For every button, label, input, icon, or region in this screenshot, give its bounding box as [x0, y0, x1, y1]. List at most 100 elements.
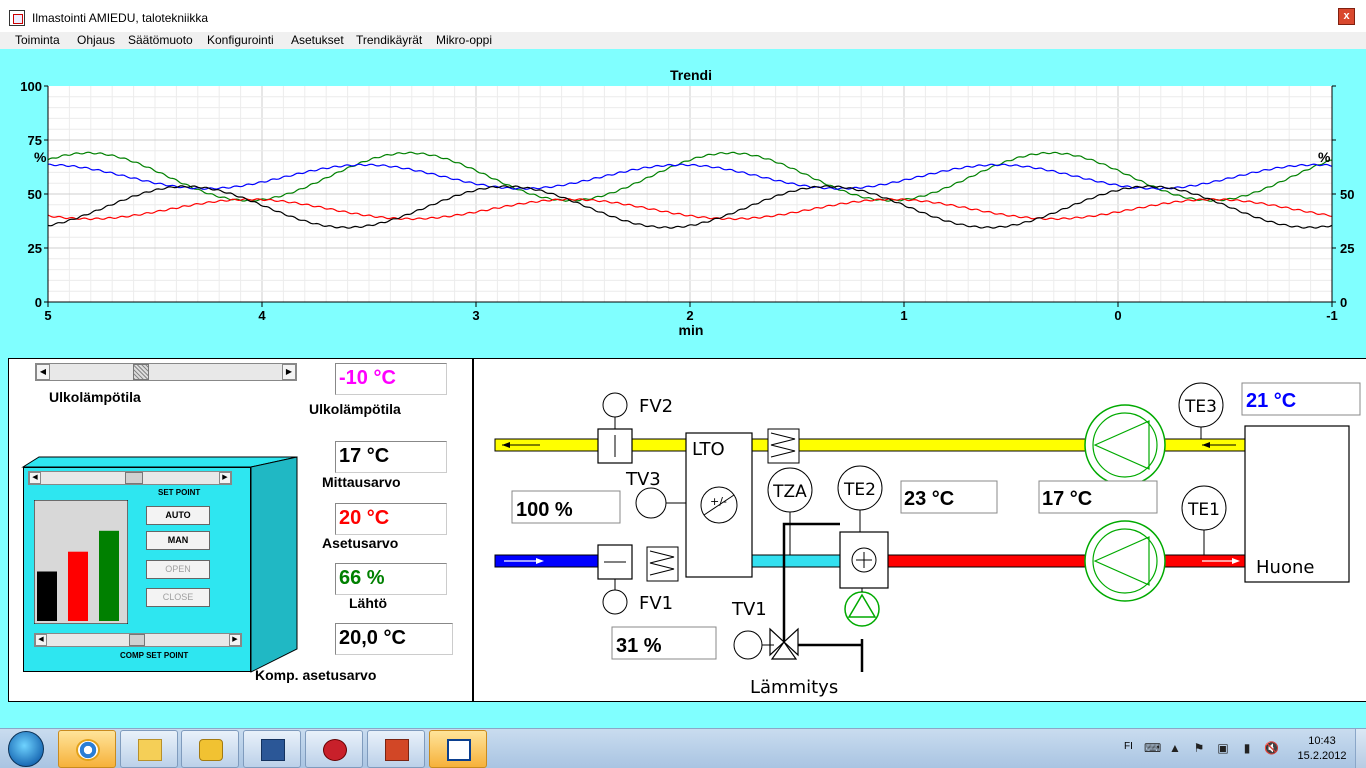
heating-pump[interactable] — [844, 591, 880, 627]
controller-front: ◀ ▶ SET POINT AUTO MAN OPEN CLOSE ◀ ▶ CO… — [23, 467, 251, 672]
slider-left-arrow[interactable]: ◀ — [36, 364, 50, 380]
app-icon[interactable] — [9, 10, 25, 26]
setpoint-bar — [68, 551, 88, 621]
output-label: Lähtö — [349, 595, 388, 611]
setpoint-label: Asetusarvo — [322, 535, 399, 551]
outdoor-temp-display: -10 °C — [335, 363, 447, 395]
x-tick-label: 2 — [686, 308, 693, 323]
taskbar-word-button[interactable] — [243, 730, 301, 768]
exhaust-fan[interactable] — [1084, 404, 1166, 486]
close-valve-button[interactable]: CLOSE — [146, 588, 210, 607]
comp-slider-left[interactable]: ◀ — [35, 634, 47, 646]
slider-right-arrow[interactable]: ▶ — [282, 364, 296, 380]
network-signal-icon[interactable]: ▮ — [1240, 741, 1254, 755]
comp-setpoint-slider[interactable]: ◀ ▶ — [34, 633, 242, 647]
man-button[interactable]: MAN — [146, 531, 210, 550]
chart-title: Trendi — [670, 67, 712, 83]
hvac-app-icon — [447, 739, 471, 761]
supply-temp-value: 17 °C — [1042, 488, 1092, 510]
taskbar: FI ⌨ ▲ ⚑ ▣ ▮ 🔇 10:43 15.2.2012 — [0, 728, 1366, 768]
y-tick-label-left: 50 — [28, 187, 42, 202]
y-tick-label-left: 75 — [28, 133, 42, 148]
te3-label: TE3 — [1184, 397, 1217, 417]
folder-icon — [138, 739, 162, 761]
internet-explorer-icon — [76, 739, 100, 761]
start-button[interactable] — [8, 731, 44, 767]
taskbar-ie-button[interactable] — [58, 730, 116, 768]
powerpoint-icon — [385, 739, 409, 761]
taskbar-app-red-button[interactable] — [305, 730, 363, 768]
menu-mikro-oppi[interactable]: Mikro-oppi — [436, 33, 492, 47]
menu-bar: Toiminta Ohjaus Säätömuoto Konfigurointi… — [0, 32, 1366, 49]
slider-thumb[interactable] — [133, 364, 149, 380]
clock-date[interactable]: 15.2.2012 — [1294, 750, 1350, 762]
menu-konfigurointi[interactable]: Konfigurointi — [207, 33, 274, 47]
taskbar-outlook-button[interactable] — [181, 730, 239, 768]
comp-slider-thumb[interactable] — [129, 634, 145, 646]
x-tick-label: 3 — [472, 308, 479, 323]
outlook-icon — [199, 739, 223, 761]
comp-setpoint-caption: COMP SET POINT — [120, 651, 189, 660]
supply-fan[interactable] — [1084, 520, 1166, 602]
device-icon[interactable]: ▣ — [1216, 741, 1230, 755]
word-icon — [261, 739, 285, 761]
heating-label: Lämmitys — [750, 677, 838, 698]
preheated-air-duct — [751, 554, 841, 568]
grid — [48, 86, 1332, 302]
comp-slider-right[interactable]: ▶ — [229, 634, 241, 646]
menu-asetukset[interactable]: Asetukset — [291, 33, 344, 47]
process-diagram-panel: FV2 FV1 LTO +/- TV3 100 % TZA TE2 23 °C … — [474, 358, 1366, 702]
clock-time[interactable]: 10:43 — [1300, 735, 1344, 747]
te3-value: 21 °C — [1246, 390, 1296, 412]
setpoint-slider[interactable]: ◀ ▶ — [28, 471, 232, 485]
tv1-label: TV1 — [731, 599, 767, 620]
measured-value-display: 17 °C — [335, 441, 447, 473]
x-tick-label: 4 — [258, 308, 266, 323]
setpoint-slider-left[interactable]: ◀ — [29, 472, 41, 484]
menu-toiminta[interactable]: Toiminta — [15, 33, 60, 47]
tv3-actuator — [635, 487, 667, 519]
show-hidden-icons-icon[interactable]: ▲ — [1168, 741, 1182, 755]
te2-label: TE2 — [843, 480, 876, 500]
measured-value-label: Mittausarvo — [322, 474, 401, 490]
setpoint-slider-thumb[interactable] — [125, 472, 143, 484]
setpoint-slider-right[interactable]: ▶ — [219, 472, 231, 484]
menu-trendikayrat[interactable]: Trendikäyrät — [356, 33, 422, 47]
te2-value: 23 °C — [904, 488, 954, 510]
measured-bar — [37, 571, 57, 621]
bar-indicator — [34, 500, 128, 624]
app-window: Ilmastointi AMIEDU, talotekniikka x Toim… — [0, 0, 1366, 768]
output-bar — [99, 530, 119, 621]
close-button[interactable]: x — [1338, 8, 1355, 25]
outdoor-temp-slider[interactable]: ◀ ▶ — [35, 363, 297, 381]
action-center-flag-icon[interactable]: ⚑ — [1192, 741, 1206, 755]
fv1-actuator — [602, 589, 628, 615]
outdoor-slider-label: Ulkolämpötila — [49, 389, 141, 405]
x-tick-label: 0 — [1114, 308, 1121, 323]
fv1-label: FV1 — [639, 593, 673, 614]
control-panel: ◀ ▶ Ulkolämpötila -10 °C Ulkolämpötila 1… — [8, 358, 474, 702]
show-desktop-button[interactable] — [1355, 729, 1366, 768]
menu-saatomuoto[interactable]: Säätömuoto — [128, 33, 193, 47]
setpoint-display: 20 °C — [335, 503, 447, 535]
y-tick-label-left: 25 — [28, 241, 42, 256]
trend-panel: 100 75 50 50 25 25 0 0 5 4 3 2 1 0 -1 Trendi min % % — [8, 50, 1366, 358]
taskbar-explorer-button[interactable] — [120, 730, 178, 768]
y-unit-right: % — [1318, 149, 1331, 165]
auto-button[interactable]: AUTO — [146, 506, 210, 525]
volume-muted-icon[interactable]: 🔇 — [1264, 741, 1279, 755]
keyboard-icon[interactable]: ⌨ — [1144, 741, 1161, 755]
keyboard-language[interactable]: FI — [1124, 741, 1133, 752]
taskbar-powerpoint-button[interactable] — [367, 730, 425, 768]
x-tick-label: -1 — [1326, 308, 1338, 323]
open-button[interactable]: OPEN — [146, 560, 210, 579]
menu-ohjaus[interactable]: Ohjaus — [77, 33, 115, 47]
setpoint-caption: SET POINT — [158, 488, 201, 497]
window-title: Ilmastointi AMIEDU, talotekniikka — [32, 11, 209, 25]
room-label: Huone — [1256, 557, 1314, 578]
x-axis-label: min — [679, 322, 704, 338]
title-bar: Ilmastointi AMIEDU, talotekniikka x — [0, 0, 1366, 32]
y-tick-label-left: 100 — [20, 79, 42, 94]
tv3-label: TV3 — [625, 469, 661, 490]
taskbar-hvac-app-button[interactable] — [429, 730, 487, 768]
